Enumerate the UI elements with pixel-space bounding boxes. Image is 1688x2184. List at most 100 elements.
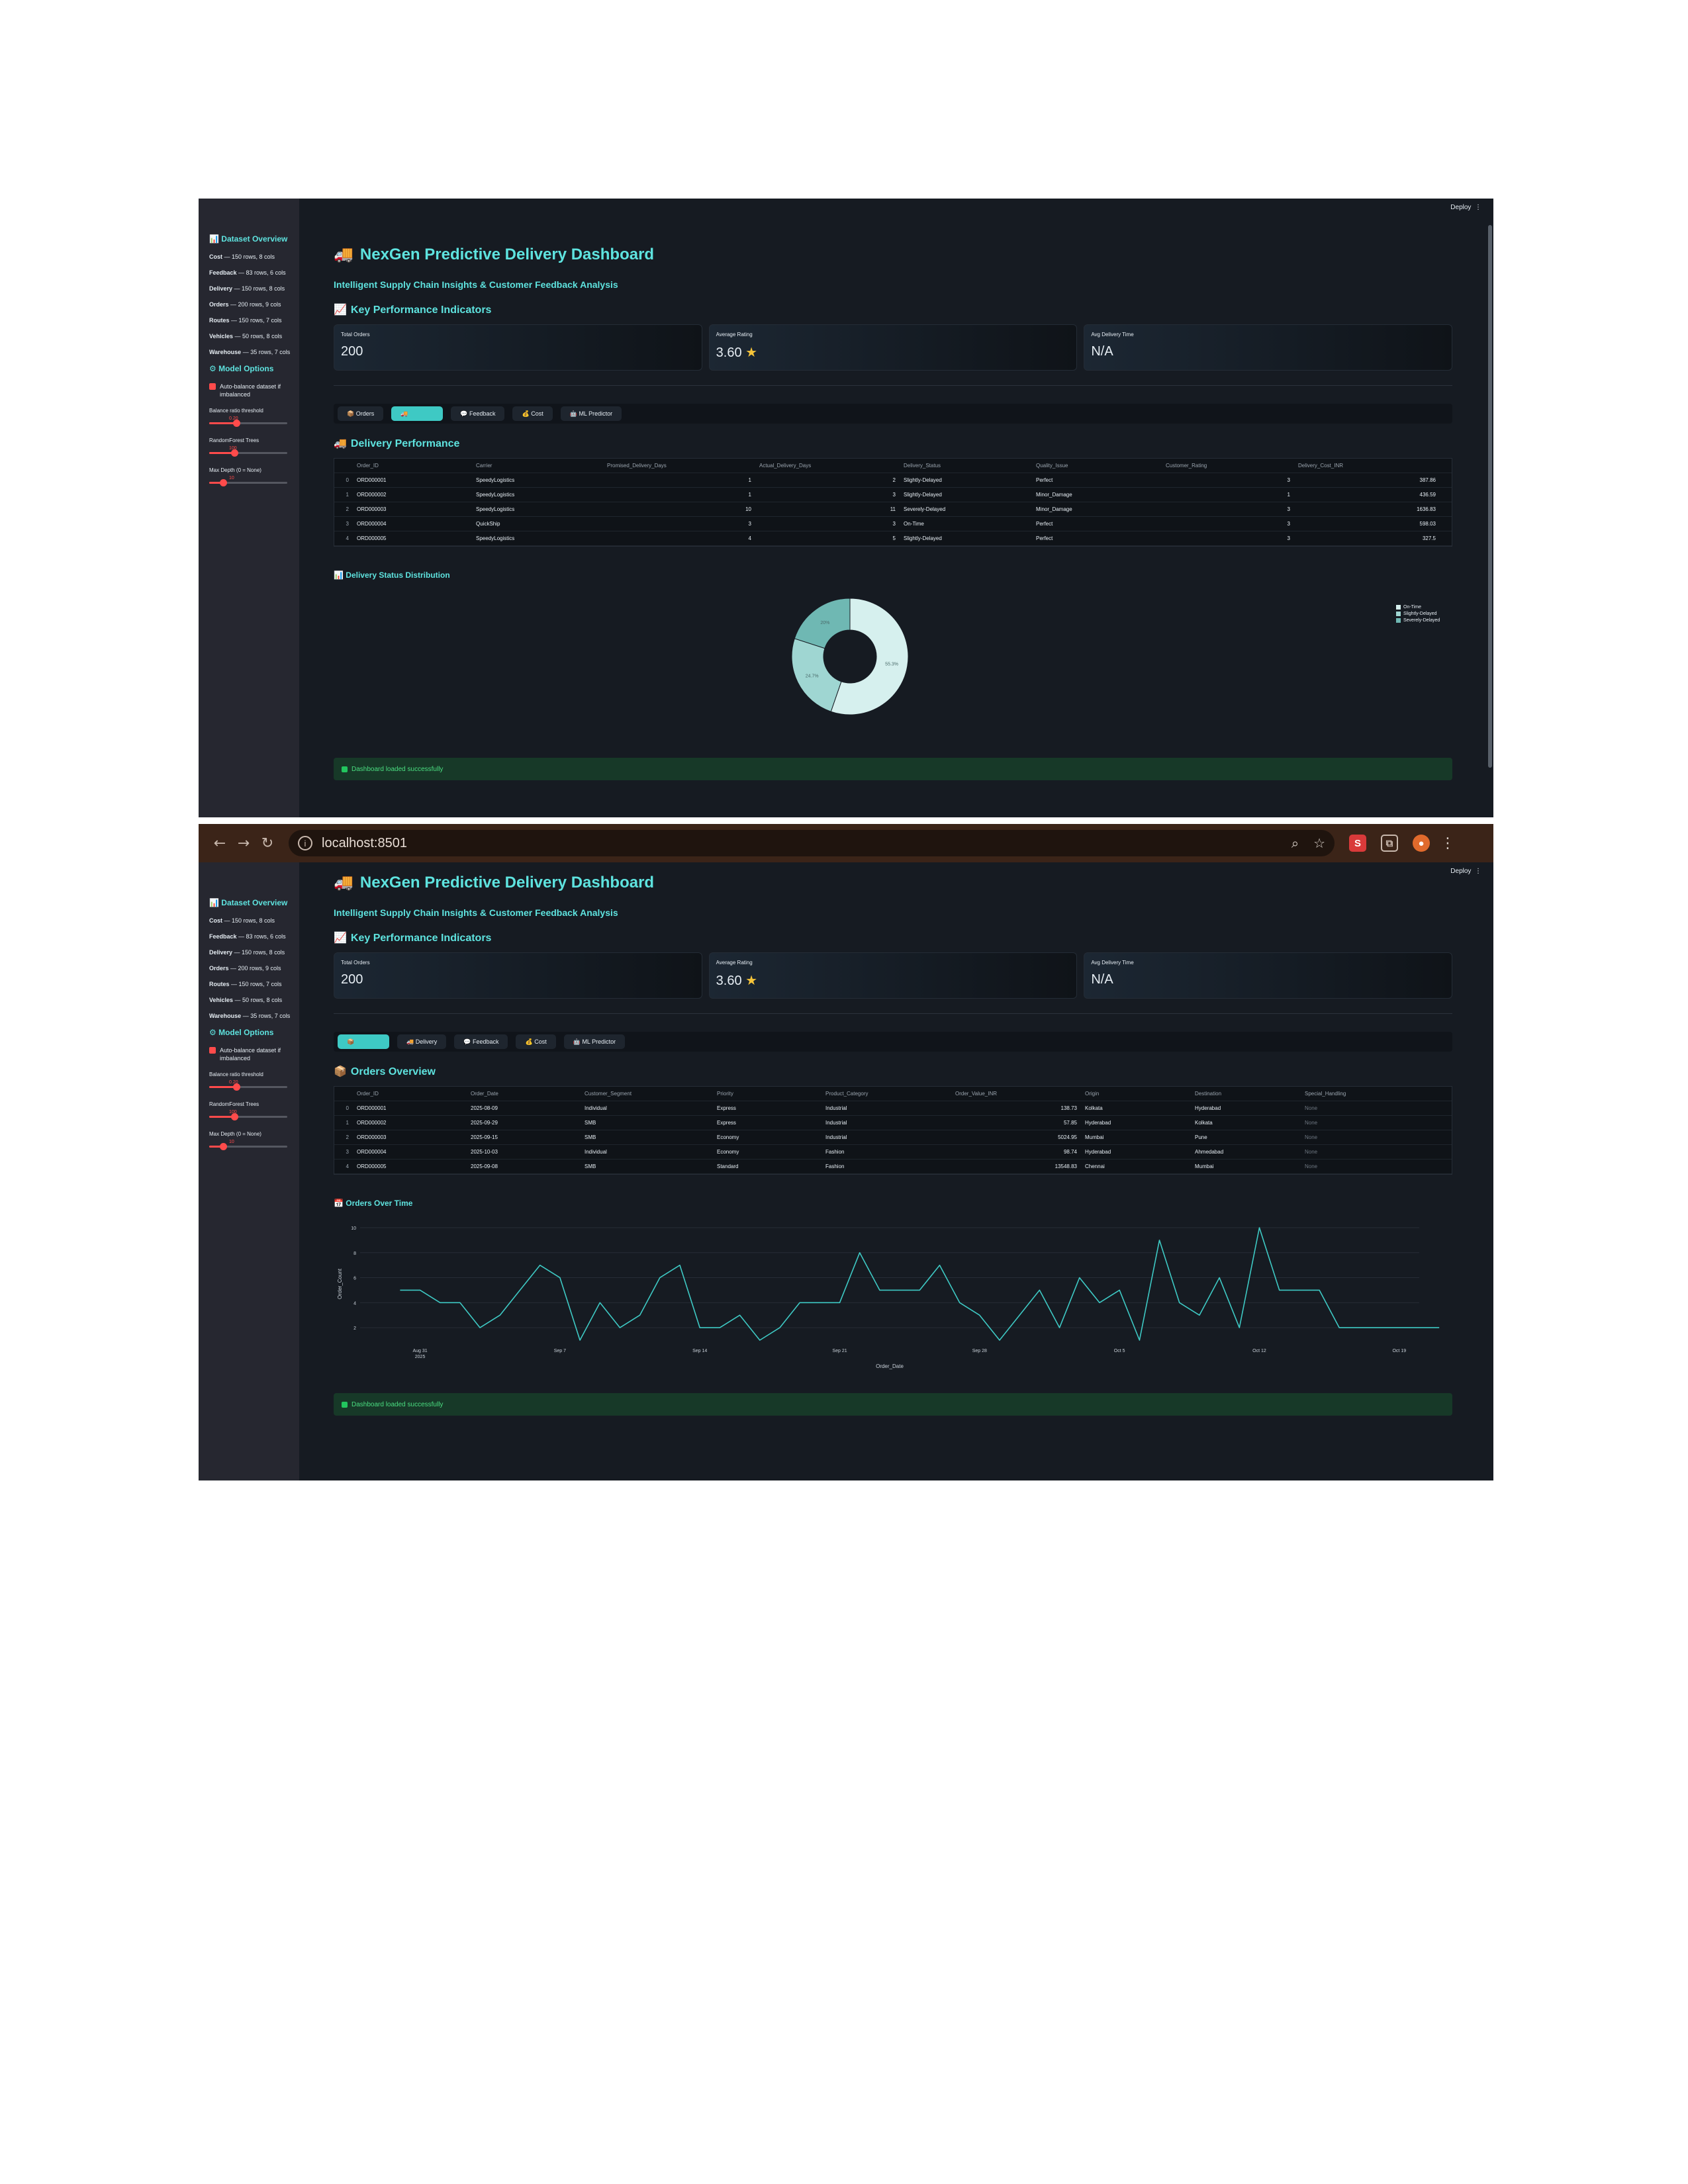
column-header[interactable]: Customer_Rating xyxy=(1162,463,1294,469)
column-header[interactable]: Actual_Delivery_Days xyxy=(755,463,900,469)
column-header[interactable]: Order_Value_INR xyxy=(951,1091,1081,1097)
legend-item[interactable]: On-Time xyxy=(1396,604,1440,610)
tab-cost[interactable]: 💰 Cost xyxy=(512,406,553,421)
y-tick-label: 4 xyxy=(353,1301,356,1306)
column-header[interactable]: Order_ID xyxy=(353,463,472,469)
column-header[interactable]: Order_ID xyxy=(353,1091,467,1097)
bar-chart-icon: 📊 xyxy=(334,570,344,580)
table-row[interactable]: 4 ORD000005 2025-09-08 SMB Standard Fashion 13… xyxy=(334,1160,1452,1174)
column-header[interactable]: Quality_Issue xyxy=(1032,463,1162,469)
table-row[interactable]: 1 ORD000002 2025-09-29 SMB Express Industrial… xyxy=(334,1116,1452,1130)
column-header[interactable]: Customer_Segment xyxy=(581,1091,713,1097)
tab-delivery[interactable]: 🚚 xyxy=(391,406,444,421)
column-header[interactable]: Delivery_Cost_INR xyxy=(1294,463,1440,469)
table-row[interactable]: 2 ORD000003 SpeedyLogistics 10 11 Severely-De… xyxy=(334,502,1452,517)
zoom-icon[interactable]: ⌕ xyxy=(1291,835,1299,851)
column-header[interactable]: Destination xyxy=(1191,1091,1301,1097)
column-header[interactable]: Origin xyxy=(1081,1091,1191,1097)
slider-handle[interactable] xyxy=(231,1113,238,1120)
slider-track[interactable] xyxy=(209,1113,287,1120)
tab-feedback[interactable]: 💬 Feedback xyxy=(451,406,505,421)
x-tick-label: Sep 14 xyxy=(692,1349,707,1353)
chart-title: 📅 Orders Over Time xyxy=(334,1199,413,1208)
deploy-button[interactable]: Deploy ⋮ xyxy=(1450,204,1481,211)
delivery-status-donut: 55.3% 24.7% 20% xyxy=(791,598,909,715)
address-bar[interactable]: i localhost:8501 ⌕ ☆ xyxy=(289,830,1335,856)
slider-handle[interactable] xyxy=(233,1083,240,1091)
table-cell: 1 xyxy=(1287,492,1290,498)
slider-track[interactable] xyxy=(209,420,287,427)
sidebar-title: 📊 Dataset Overview xyxy=(209,234,288,244)
table-cell: ORD000003 xyxy=(357,1134,387,1140)
forward-icon[interactable]: → xyxy=(232,835,256,852)
slider[interactable]: RandomForest Trees 100 xyxy=(209,437,291,457)
slider[interactable]: Balance ratio threshold 0.20 xyxy=(209,1071,291,1091)
table-row[interactable]: 2 ORD000003 2025-09-15 SMB Economy Industrial… xyxy=(334,1130,1452,1145)
table-row[interactable]: 1 ORD000002 SpeedyLogistics 1 3 Slightly-Dela… xyxy=(334,488,1452,502)
table-row[interactable]: 3 ORD000004 QuickShip 3 3 On-Time Perfect 3 598.… xyxy=(334,517,1452,531)
x-tick-label: Aug 31 xyxy=(412,1349,427,1353)
slider[interactable]: Max Depth (0 = None) 10 xyxy=(209,467,291,486)
table-cell: Minor_Damage xyxy=(1036,492,1072,498)
delivery-table[interactable]: Order_ID Carrier Promised_Delivery_Days Act… xyxy=(334,458,1452,547)
slider-handle[interactable] xyxy=(231,449,238,457)
tab-ml-predictor[interactable]: 🤖 ML Predictor xyxy=(560,406,622,421)
slider-track[interactable] xyxy=(209,449,287,457)
orders-table[interactable]: Order_ID Order_Date Customer_Segment Priori… xyxy=(334,1086,1452,1175)
auto-balance-checkbox[interactable]: Auto-balance dataset if imbalanced xyxy=(209,383,291,398)
deploy-button[interactable]: Deploy ⋮ xyxy=(1450,868,1481,875)
slider-handle[interactable] xyxy=(220,1143,227,1150)
tab-cost[interactable]: 💰 Cost xyxy=(516,1034,556,1049)
column-header[interactable]: Promised_Delivery_Days xyxy=(603,463,755,469)
table-cell: Mumbai xyxy=(1195,1163,1214,1169)
checkbox-icon[interactable] xyxy=(209,1047,216,1054)
x-tick-label: Sep 7 xyxy=(554,1349,566,1353)
column-header[interactable]: Product_Category xyxy=(821,1091,951,1097)
slider[interactable]: RandomForest Trees 100 xyxy=(209,1101,291,1120)
tab-delivery[interactable]: 🚚 Delivery xyxy=(397,1034,447,1049)
legend-item[interactable]: Slightly-Delayed xyxy=(1396,610,1440,617)
table-row[interactable]: 0 ORD000001 2025-08-09 Individual Express Ind… xyxy=(334,1101,1452,1116)
screenshot-orders-tab: ← → ↻ i localhost:8501 ⌕ ☆ S ⧉ ● ⋮ 📊 Dat… xyxy=(199,824,1493,1480)
table-cell: Express xyxy=(717,1120,736,1126)
table-cell: Fashion xyxy=(825,1149,845,1155)
column-header[interactable]: Delivery_Status xyxy=(900,463,1032,469)
info-icon[interactable]: i xyxy=(298,836,312,850)
tab-ml-predictor[interactable]: 🤖 ML Predictor xyxy=(563,1034,626,1049)
slice-label: 24.7% xyxy=(806,674,819,679)
checkbox-icon[interactable] xyxy=(209,383,216,390)
dataset-item: Feedback — 83 rows, 6 cols xyxy=(209,269,286,276)
table-cell: 5 xyxy=(892,535,896,541)
extension-icon[interactable]: S xyxy=(1349,835,1366,852)
bookmark-star-icon[interactable]: ☆ xyxy=(1313,835,1325,851)
extensions-puzzle-icon[interactable]: ⧉ xyxy=(1381,835,1398,852)
column-header[interactable]: Order_Date xyxy=(467,1091,581,1097)
slider-track[interactable] xyxy=(209,479,287,486)
browser-menu-icon[interactable]: ⋮ xyxy=(1440,835,1455,852)
orders-series-line[interactable] xyxy=(400,1227,1440,1341)
slider-handle[interactable] xyxy=(220,479,227,486)
slider[interactable]: Balance ratio threshold 0.20 xyxy=(209,408,291,427)
slider-track[interactable] xyxy=(209,1083,287,1091)
column-header[interactable]: Priority xyxy=(713,1091,821,1097)
table-cell: 2025-09-29 xyxy=(471,1120,498,1126)
slider-handle[interactable] xyxy=(233,420,240,427)
slider[interactable]: Max Depth (0 = None) 10 xyxy=(209,1131,291,1150)
slider-track[interactable] xyxy=(209,1143,287,1150)
truck-icon: 🚚 xyxy=(334,245,353,263)
column-header[interactable]: Special_Handling xyxy=(1301,1091,1433,1097)
table-row[interactable]: 0 ORD000001 SpeedyLogistics 1 2 Slightly-Dela… xyxy=(334,473,1452,488)
reload-icon[interactable]: ↻ xyxy=(256,835,279,852)
tab-orders[interactable]: 📦 Orders xyxy=(338,406,384,421)
legend-item[interactable]: Severely-Delayed xyxy=(1396,617,1440,623)
table-row[interactable]: 4 ORD000005 SpeedyLogistics 4 5 Slightly-Dela… xyxy=(334,531,1452,546)
tab-orders[interactable]: 📦 xyxy=(338,1034,389,1049)
scrollbar[interactable] xyxy=(1488,225,1492,768)
profile-avatar[interactable]: ● xyxy=(1413,835,1430,852)
table-row[interactable]: 3 ORD000004 2025-10-03 Individual Economy Fas… xyxy=(334,1145,1452,1160)
auto-balance-checkbox[interactable]: Auto-balance dataset if imbalanced xyxy=(209,1046,291,1062)
column-header[interactable]: Carrier xyxy=(472,463,603,469)
tab-feedback[interactable]: 💬 Feedback xyxy=(454,1034,508,1049)
back-icon[interactable]: ← xyxy=(208,835,232,852)
y-axis-label: Order_Count xyxy=(337,1268,343,1299)
